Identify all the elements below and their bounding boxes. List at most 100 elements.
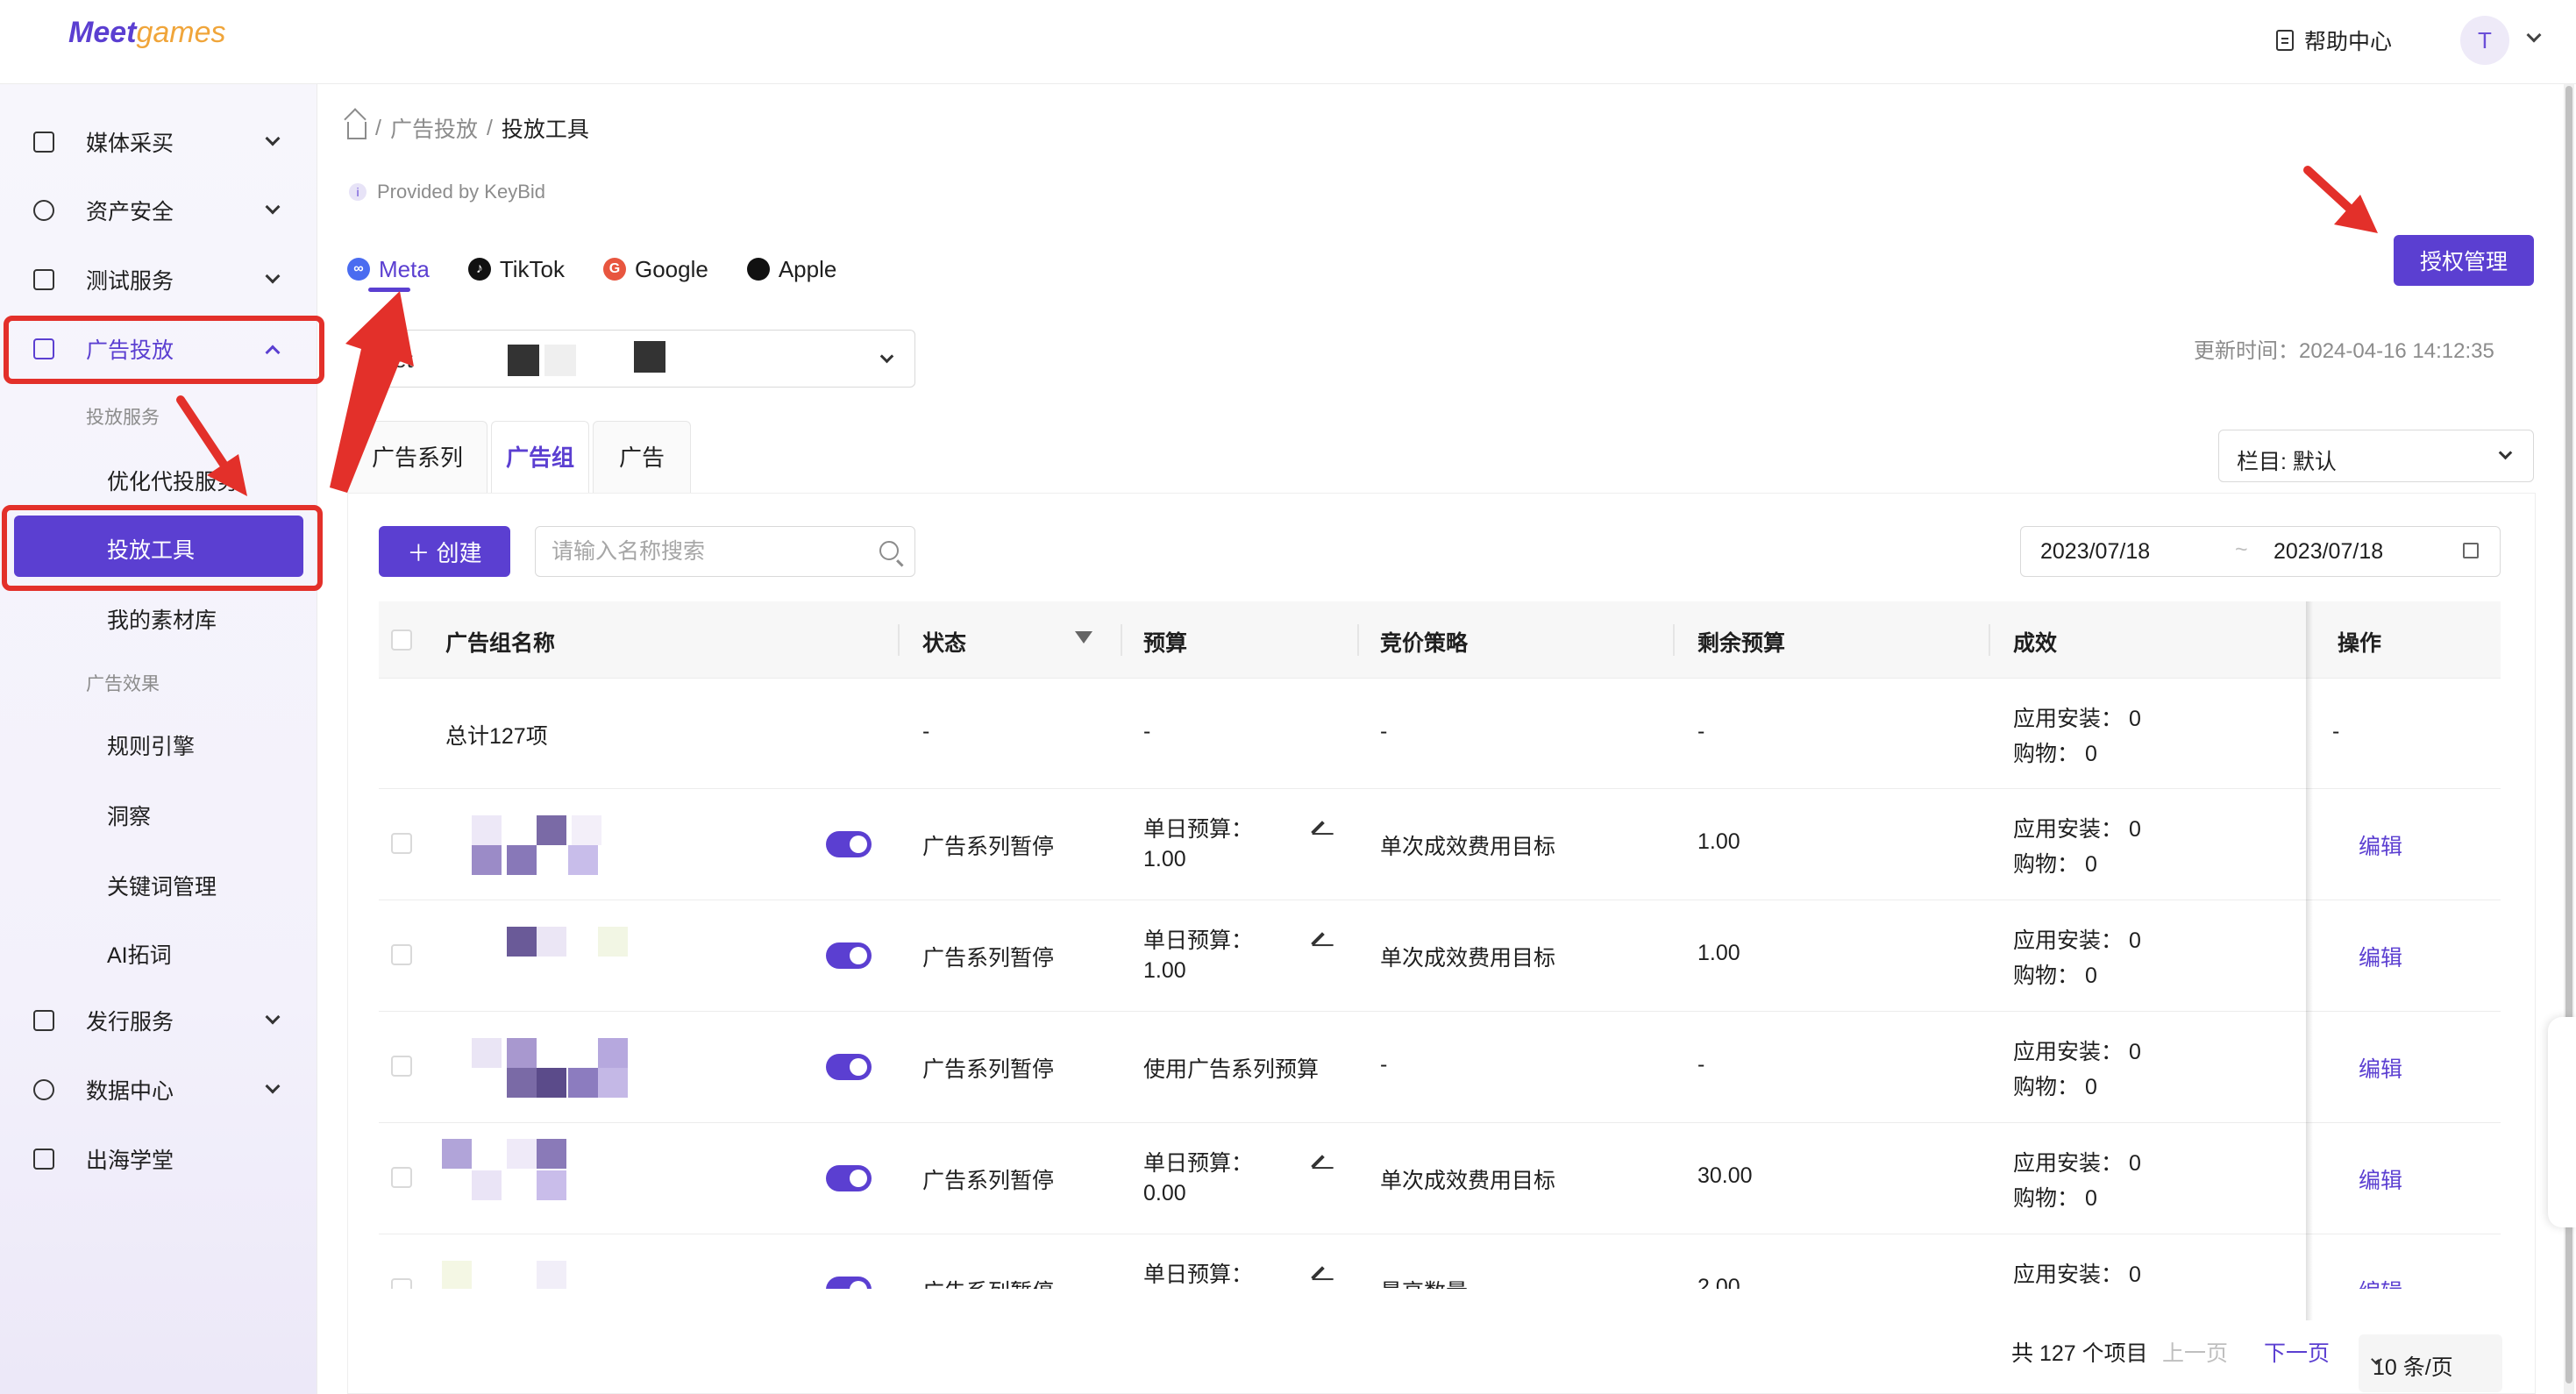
masked-name-block xyxy=(598,1038,628,1068)
masked-name-block xyxy=(537,1170,566,1200)
help-center-link[interactable]: 帮助中心 xyxy=(2276,25,2392,56)
chevron-down-icon xyxy=(265,1078,281,1094)
sidebar-item-data-center[interactable]: 数据中心 xyxy=(0,1058,317,1121)
row-status: 广告系列暂停 xyxy=(922,1275,1054,1289)
masked-name-block xyxy=(537,1068,566,1098)
sidebar-item-my-assets[interactable]: 我的素材库 xyxy=(107,603,217,635)
date-start[interactable]: 2023/07/18 xyxy=(2040,539,2150,565)
breadcrumb: / 广告投放 / 投放工具 xyxy=(347,112,589,144)
row-checkbox[interactable] xyxy=(391,833,412,854)
sidebar-item-optimize-service[interactable]: 优化代投服务 xyxy=(107,465,238,496)
row-remaining-budget: - xyxy=(1697,1052,1705,1077)
top-header: Meetgames 帮助中心 T xyxy=(0,0,2576,84)
sidebar-item-asset-security[interactable]: 资产安全 xyxy=(0,179,317,242)
status-toggle[interactable] xyxy=(826,1277,872,1289)
tiktok-icon: ♪ xyxy=(467,258,491,281)
edit-link[interactable]: 编辑 xyxy=(2359,1163,2402,1195)
tab-apple[interactable]: Apple xyxy=(746,247,836,291)
home-icon[interactable] xyxy=(347,122,366,139)
account-select[interactable]: et xyxy=(377,330,915,388)
edit-link[interactable]: 编辑 xyxy=(2359,941,2402,972)
select-all-checkbox[interactable] xyxy=(391,629,412,651)
avatar[interactable]: T xyxy=(2460,16,2509,65)
annotation-highlight-box xyxy=(4,316,324,384)
row-checkbox[interactable] xyxy=(391,944,412,965)
chevron-down-icon xyxy=(265,268,281,284)
auth-management-button[interactable]: 授权管理 xyxy=(2394,235,2534,286)
column-select[interactable]: 栏目: 默认 xyxy=(2218,430,2534,482)
calendar-icon xyxy=(2463,543,2479,558)
sidebar-item-media-buy[interactable]: 媒体采买 xyxy=(0,110,317,174)
tab-campaigns[interactable]: 广告系列 xyxy=(347,421,487,493)
sidebar-item-insight[interactable]: 洞察 xyxy=(107,800,151,831)
row-checkbox[interactable] xyxy=(391,1056,412,1077)
column-divider xyxy=(1989,624,1990,656)
search-icon[interactable] xyxy=(879,541,899,560)
sidebar-item-label: 出海学堂 xyxy=(86,1149,174,1173)
masked-name-block xyxy=(537,1261,566,1289)
edit-link[interactable]: 编辑 xyxy=(2359,1052,2402,1084)
pagination-next-button[interactable]: 下一页 xyxy=(2264,1336,2330,1368)
date-range-picker[interactable]: 2023/07/18 ~ 2023/07/18 xyxy=(2020,526,2501,577)
sidebar-item-publish-service[interactable]: 发行服务 xyxy=(0,989,317,1052)
row-checkbox[interactable] xyxy=(391,1278,412,1289)
chevron-down-icon xyxy=(2498,445,2513,460)
row-result-installs: 应用安装： 0 xyxy=(2013,1151,2141,1176)
edit-budget-icon[interactable] xyxy=(1311,1155,1325,1169)
create-button[interactable]: ＋ 创建 xyxy=(379,526,510,577)
masked-name-block xyxy=(537,927,566,957)
pagination-prev-button[interactable]: 上一页 xyxy=(2162,1336,2228,1368)
search-input[interactable] xyxy=(551,537,850,565)
masked-name-block xyxy=(507,845,537,875)
row-checkbox[interactable] xyxy=(391,1167,412,1188)
edit-budget-icon[interactable] xyxy=(1311,821,1325,835)
tab-ads[interactable]: 广告 xyxy=(593,421,691,493)
provided-by-note: i Provided by KeyBid xyxy=(349,181,545,203)
floating-side-panel[interactable] xyxy=(2548,1017,2576,1227)
sidebar-item-rule-engine[interactable]: 规则引擎 xyxy=(107,729,195,761)
edit-budget-icon[interactable] xyxy=(1311,932,1325,946)
column-header-remaining-budget: 剩余预算 xyxy=(1697,631,1786,656)
sidebar-item-label: 资产安全 xyxy=(86,200,174,224)
tab-meta[interactable]: ∞ Meta xyxy=(347,247,430,292)
page-size-select[interactable]: 10 条/页 xyxy=(2359,1334,2502,1392)
annotation-arrow-to-auth xyxy=(2303,166,2378,233)
filter-icon[interactable] xyxy=(1075,631,1092,644)
status-toggle[interactable] xyxy=(826,942,872,969)
graduation-icon xyxy=(33,1149,54,1170)
tab-tiktok[interactable]: ♪ TikTok xyxy=(467,247,565,291)
pagination-total: 共 127 个项目 xyxy=(2011,1341,2148,1366)
table-row: 广告系列暂停 单日预算： 最高数量 2.00 应用安装： 0 编辑 xyxy=(379,1234,2501,1289)
column-header-results: 成效 xyxy=(2013,631,2058,656)
row-result-purchases: 购物： 0 xyxy=(2013,1186,2097,1211)
breadcrumb-ad-delivery[interactable]: 广告投放 xyxy=(390,112,478,144)
meetgames-logo[interactable]: Meetgames xyxy=(68,16,226,50)
status-toggle[interactable] xyxy=(826,831,872,857)
masked-name-block xyxy=(598,1068,628,1098)
chevron-down-icon[interactable] xyxy=(2526,27,2542,43)
status-toggle[interactable] xyxy=(826,1165,872,1191)
column-header-budget: 预算 xyxy=(1143,631,1188,656)
row-budget-value: 0.00 xyxy=(1143,1181,1186,1206)
edit-link[interactable]: 编辑 xyxy=(2359,1275,2402,1289)
status-toggle[interactable] xyxy=(826,1054,872,1080)
tab-google[interactable]: G Google xyxy=(602,247,708,291)
summary-bid: - xyxy=(1380,719,1388,743)
date-end[interactable]: 2023/07/18 xyxy=(2274,539,2383,565)
row-bid-strategy: 单次成效费用目标 xyxy=(1380,946,1556,971)
tab-label: TikTok xyxy=(499,255,565,282)
masked-name-block xyxy=(507,1038,537,1068)
sidebar-item-keywords[interactable]: 关键词管理 xyxy=(107,870,217,901)
tab-ad-groups[interactable]: 广告组 xyxy=(491,421,589,493)
edit-budget-icon[interactable] xyxy=(1311,1266,1325,1280)
edit-link[interactable]: 编辑 xyxy=(2359,829,2402,861)
chevron-down-icon xyxy=(265,1009,281,1025)
column-header-name: 广告组名称 xyxy=(445,631,556,656)
masked-name-block xyxy=(537,815,566,845)
sidebar-item-test-service[interactable]: 测试服务 xyxy=(0,248,317,311)
sidebar-item-ai-keywords[interactable]: AI拓词 xyxy=(107,938,172,970)
column-select-value: 栏目: 默认 xyxy=(2237,450,2337,474)
sidebar-item-academy[interactable]: 出海学堂 xyxy=(0,1127,317,1191)
apple-icon xyxy=(746,258,770,281)
account-select-value: et xyxy=(394,346,413,373)
